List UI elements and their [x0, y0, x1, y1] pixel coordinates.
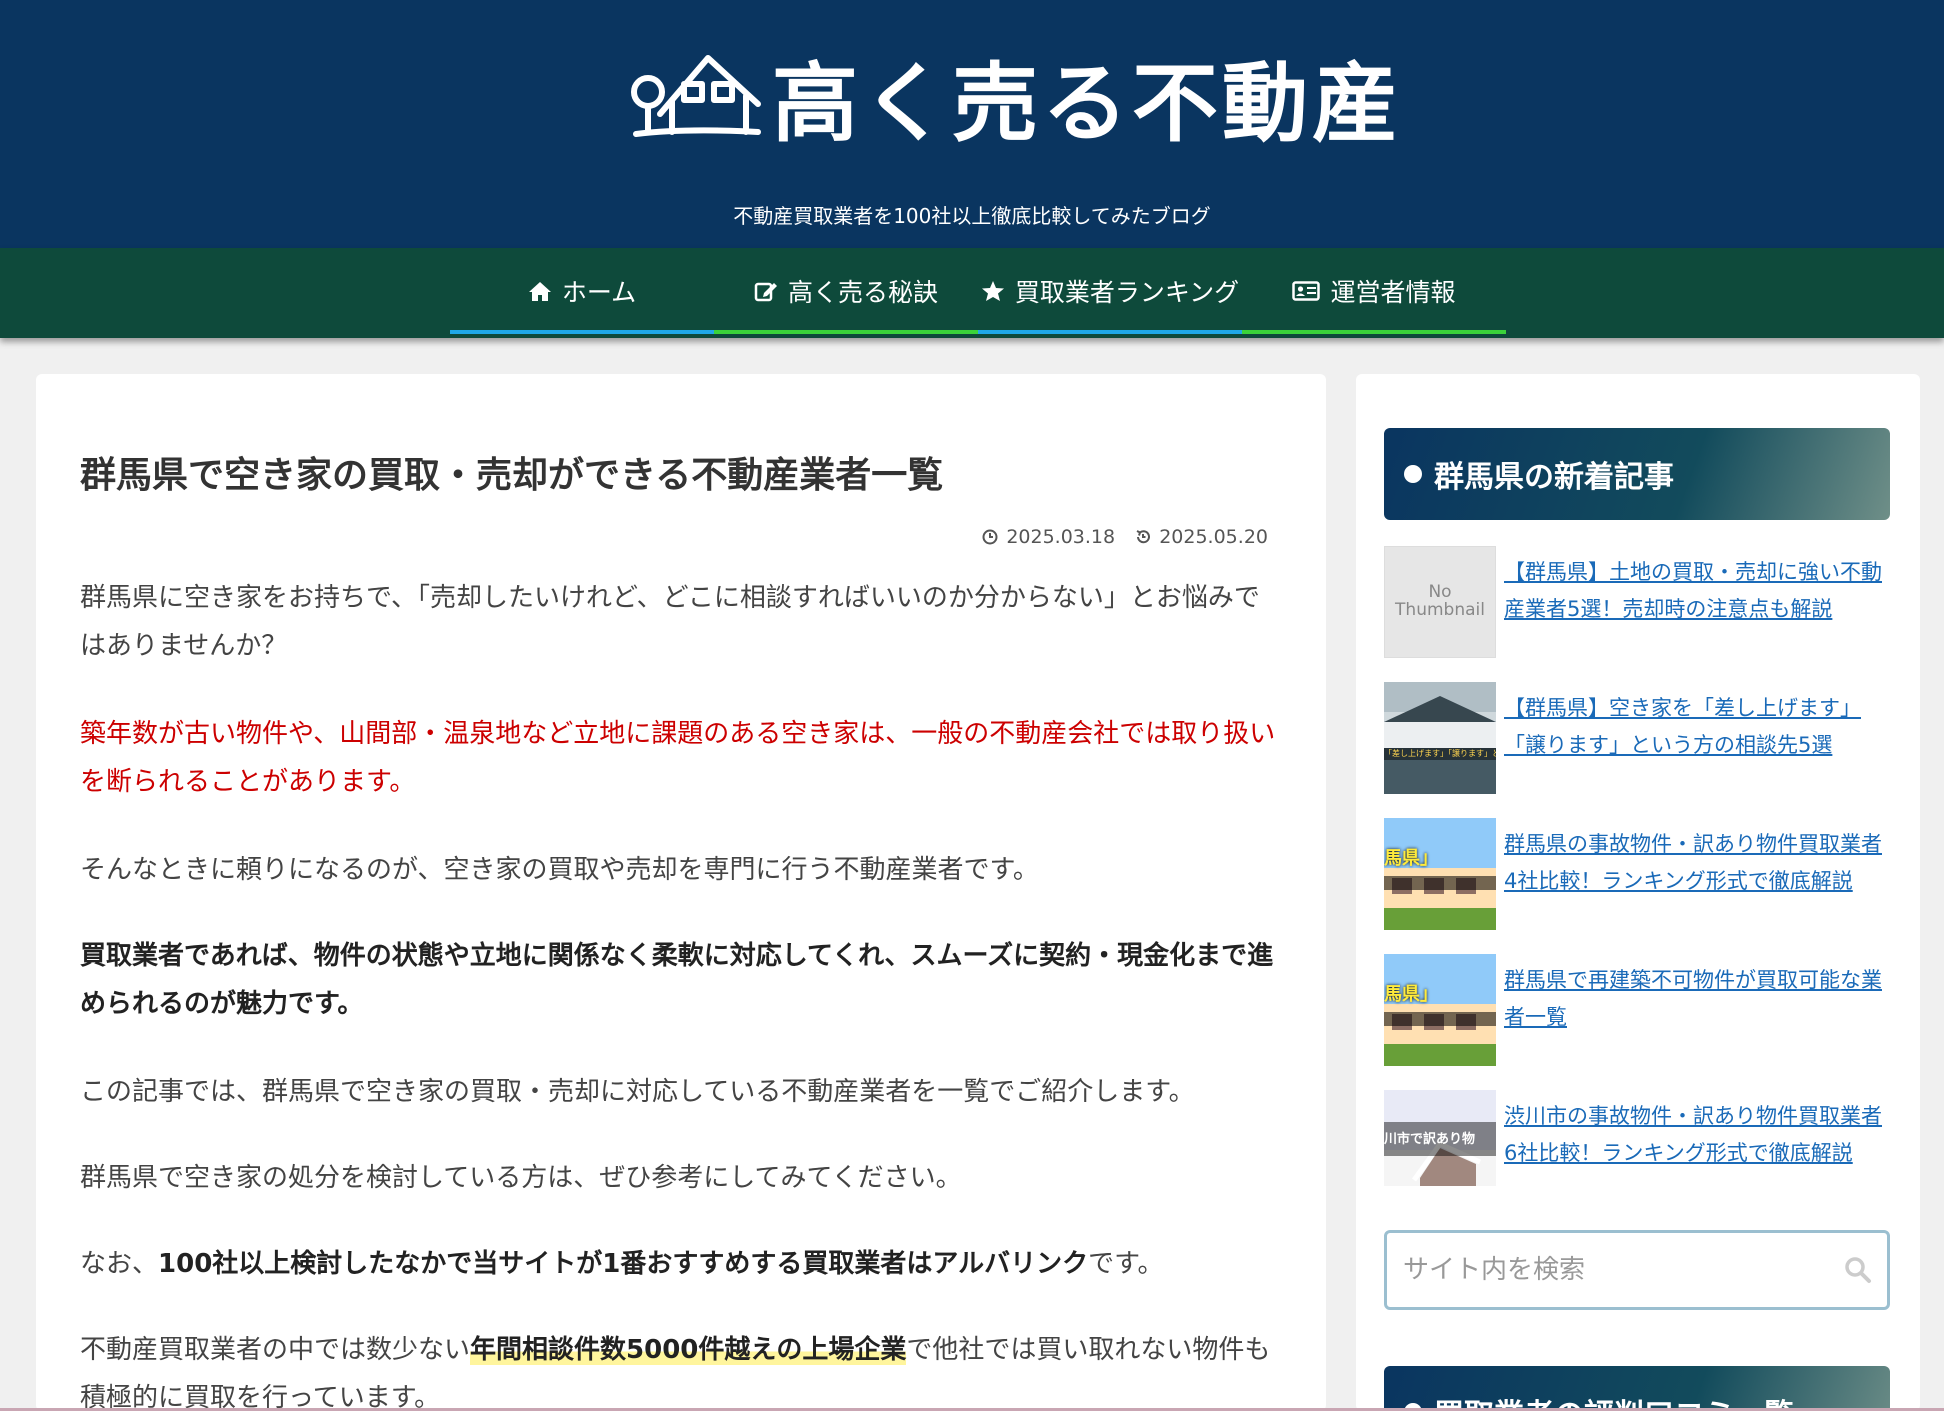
edit-icon: [754, 282, 777, 302]
global-nav: ホーム 高く売る秘訣 買取業者ランキング 運営者情報: [0, 248, 1944, 338]
clock-icon: [982, 529, 998, 545]
highlighted-text: 年間相談件数5000件越えの上場企業: [470, 1335, 907, 1365]
post-thumbnail[interactable]: 馬県」: [1384, 818, 1496, 930]
text-span: なお、: [80, 1249, 159, 1279]
emphasis-paragraph: 買取業者であれば、物件の状態や立地に関係なく柔軟に対応してくれ、スムーズに契約・…: [80, 941, 1274, 1019]
nav-item-label: 運営者情報: [1330, 278, 1456, 307]
post-title-link[interactable]: 【群馬県】空き家を「差し上げます」「譲ります」という方の相談先5選: [1504, 690, 1890, 764]
nav-item-label: 高く売る秘訣: [787, 278, 938, 307]
reviews-widget-title: 買取業者の評判口コミ一覧: [1384, 1366, 1890, 1411]
intro-paragraph: 群馬県に空き家をお持ちで、「売却したいけれど、どこに相談すればいいのか分からない…: [80, 583, 1260, 661]
widget-title-text: 群馬県の新着記事: [1434, 460, 1674, 495]
post-title-link[interactable]: 【群馬県】土地の買取・売却に強い不動産業者5選！売却時の注意点も解説: [1504, 554, 1890, 628]
no-thumbnail-text: No Thumbnail: [1395, 582, 1485, 620]
nav-underline: [978, 330, 1242, 334]
site-title: 高く売る不動産: [772, 53, 1402, 154]
building-photo-image: [1384, 818, 1496, 930]
post-thumbnail[interactable]: 「差し上げます」「譲ります」とい: [1384, 682, 1496, 794]
sidebar-post[interactable]: 馬県」 群馬県で再建築不可物件が買取可能な業者一覧: [1384, 954, 1890, 1066]
nav-item-label: 買取業者ランキング: [1014, 278, 1240, 307]
site-header: 高く売る不動産 不動産買取業者を100社以上徹底比較してみたブログ: [0, 0, 1944, 248]
text-span: 不動産買取業者の中では数少ない: [80, 1335, 471, 1365]
article-main: 群馬県で空き家の買取・売却ができる不動産業者一覧 2025.03.18 2025…: [36, 374, 1326, 1411]
id-card-icon: [1292, 281, 1321, 301]
body-paragraph: この記事では、群馬県で空き家の買取・売却に対応している不動産業者を一覧でご紹介し…: [80, 1077, 1195, 1107]
text-span: です。: [1088, 1249, 1164, 1279]
article-title: 群馬県で空き家の買取・売却ができる不動産業者一覧: [80, 455, 944, 496]
star-icon: [981, 281, 1004, 301]
building-photo-image: [1384, 954, 1496, 1066]
body-paragraph: 群馬県で空き家の処分を検討している方は、ぜひ参考にしてみてください。: [80, 1163, 962, 1193]
published-date: 2025.03.18: [982, 526, 1121, 548]
nav-underline: [450, 330, 714, 334]
thumb-caption: 川市で訳あり物: [1384, 1132, 1476, 1147]
post-title-link[interactable]: 群馬県の事故物件・訳あり物件買取業者4社比較！ランキング形式で徹底解説: [1504, 826, 1890, 900]
sidebar-post[interactable]: 馬県」 群馬県の事故物件・訳あり物件買取業者4社比較！ランキング形式で徹底解説: [1384, 818, 1890, 930]
body-paragraph: そんなときに頼りになるのが、空き家の買取や売却を専門に行う不動産業者です。: [80, 855, 1039, 885]
sidebar: 群馬県の新着記事 No Thumbnail 【群馬県】土地の買取・売却に強い不動…: [1356, 374, 1920, 1411]
post-title-link[interactable]: 渋川市の事故物件・訳あり物件買取業者6社比較！ランキング形式で徹底解説: [1504, 1098, 1890, 1172]
sidebar-post[interactable]: 川市で訳あり物 渋川市の事故物件・訳あり物件買取業者6社比較！ランキング形式で徹…: [1384, 1090, 1890, 1202]
site-search: [1384, 1230, 1890, 1310]
home-icon: [528, 282, 551, 301]
house-photo-image: [1384, 682, 1496, 794]
warning-paragraph: 築年数が古い物件や、山間部・温泉地など立地に課題のある空き家は、一般の不動産会社…: [80, 719, 1276, 797]
updated-date-text: 2025.05.20: [1159, 526, 1268, 548]
house-tree-logo-icon: [631, 55, 761, 137]
bullet-icon: [1404, 465, 1422, 483]
thumb-caption: 馬県」: [1384, 848, 1438, 869]
search-input[interactable]: [1387, 1254, 1825, 1286]
nav-item-home[interactable]: ホーム: [450, 248, 714, 334]
nav-item-about[interactable]: 運営者情報: [1242, 248, 1506, 334]
updated-date: 2025.05.20: [1135, 526, 1268, 548]
post-thumbnail[interactable]: 川市で訳あり物: [1384, 1090, 1496, 1202]
nav-item-ranking[interactable]: 買取業者ランキング: [978, 248, 1242, 334]
site-tagline: 不動産買取業者を100社以上徹底比較してみたブログ: [733, 204, 1211, 228]
sidebar-post[interactable]: 「差し上げます」「譲ります」とい 【群馬県】空き家を「差し上げます」「譲ります」…: [1384, 682, 1890, 794]
nav-underline: [1242, 330, 1506, 334]
nav-item-label: ホーム: [561, 278, 637, 307]
bold-text: 100社以上検討したなかで当サイトが1番おすすめする買取業者はアルバリンク: [158, 1249, 1089, 1279]
post-thumbnail[interactable]: No Thumbnail: [1384, 546, 1496, 658]
thumb-caption: 馬県」: [1384, 984, 1438, 1005]
sidebar-post[interactable]: No Thumbnail 【群馬県】土地の買取・売却に強い不動産業者5選！売却時…: [1384, 546, 1890, 658]
search-icon[interactable]: [1843, 1255, 1873, 1285]
post-title-link[interactable]: 群馬県で再建築不可物件が買取可能な業者一覧: [1504, 962, 1890, 1036]
thumb-caption: 「差し上げます」「譲ります」とい: [1384, 749, 1496, 758]
nav-item-tips[interactable]: 高く売る秘訣: [714, 248, 978, 334]
history-icon: [1136, 530, 1151, 544]
nav-underline: [714, 330, 978, 334]
published-date-text: 2025.03.18: [1006, 526, 1116, 548]
post-thumbnail[interactable]: 馬県」: [1384, 954, 1496, 1066]
recommendation-paragraph: なお、100社以上検討したなかで当サイトが1番おすすめする買取業者はアルバリンク…: [80, 1240, 1280, 1288]
article-dates: 2025.03.18 2025.05.20: [968, 526, 1268, 548]
company-paragraph: 不動産買取業者の中では数少ない年間相談件数5000件越えの上場企業で他社では買い…: [80, 1326, 1280, 1411]
new-posts-widget-title: 群馬県の新着記事: [1384, 428, 1890, 520]
site-logo[interactable]: 高く売る不動産: [626, 40, 1402, 154]
